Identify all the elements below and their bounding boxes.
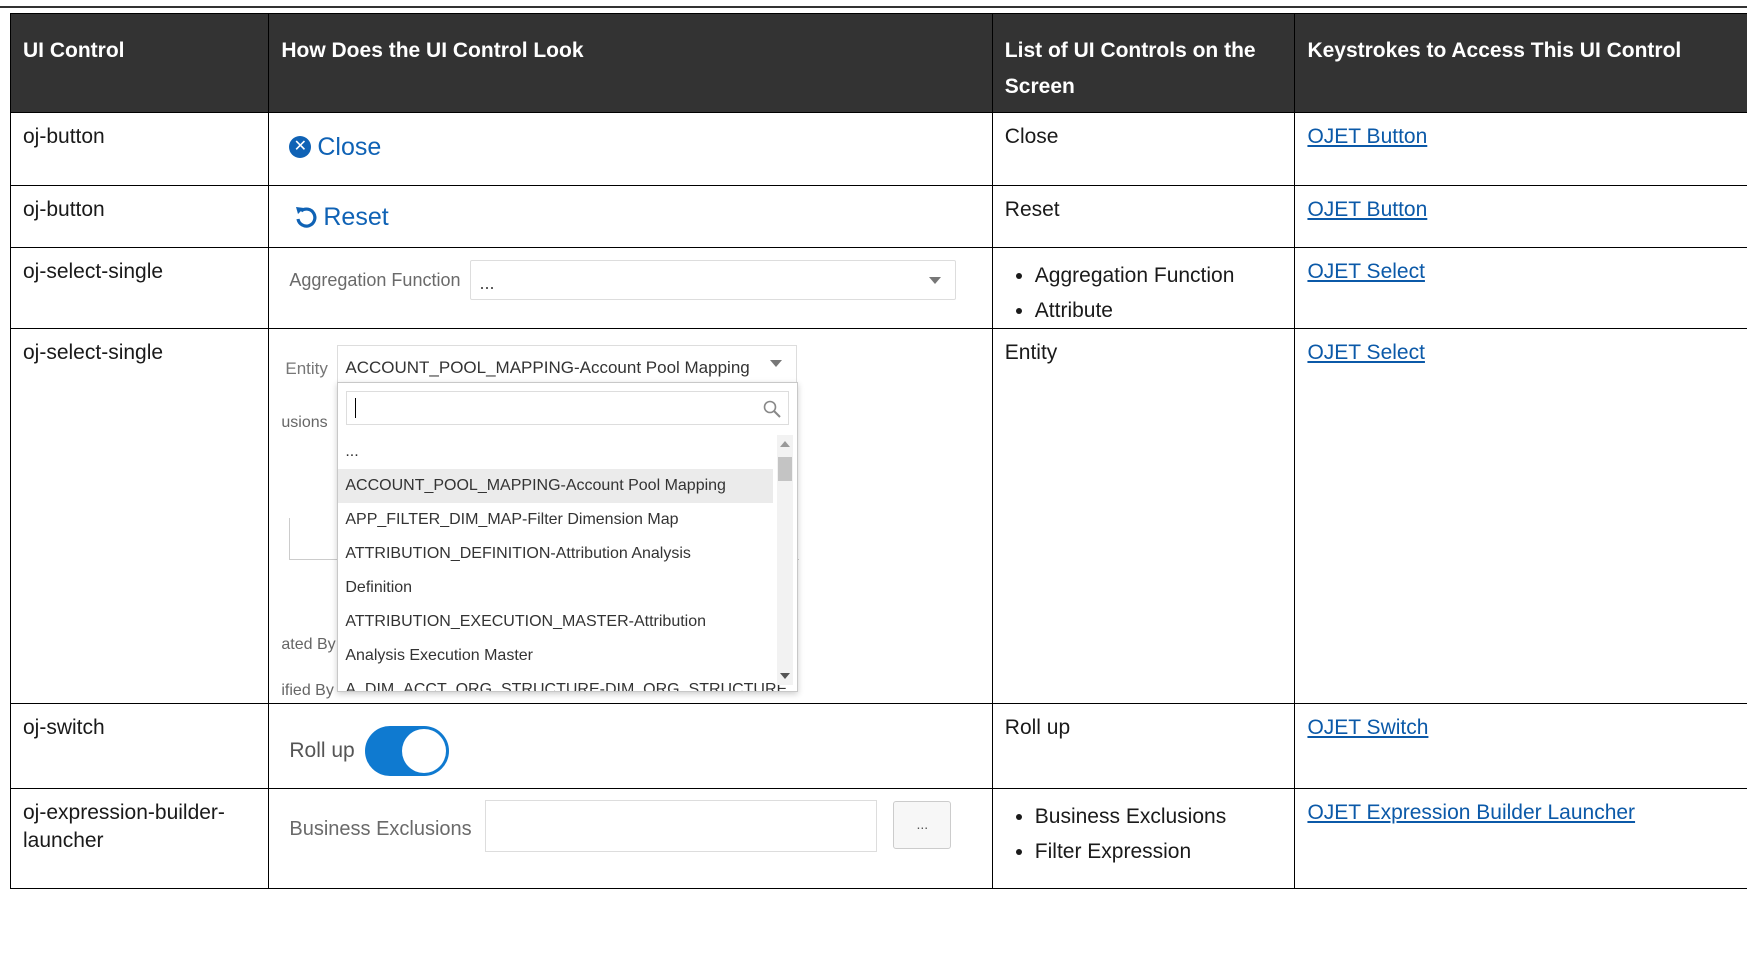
ojet-select-link[interactable]: OJET Select — [1307, 260, 1425, 283]
col-header-list-controls: List of UI Controls on the Screen — [991, 13, 1296, 113]
ojet-expression-builder-link[interactable]: OJET Expression Builder Launcher — [1307, 801, 1635, 824]
table-row: oj-select-single Entity ACCOUNT_POOL_MAP… — [9, 328, 1747, 704]
controls-list-cell: Business Exclusions Filter Expression — [991, 788, 1296, 889]
list-item: Business Exclusions — [1035, 799, 1283, 834]
scroll-up-icon[interactable] — [780, 441, 791, 447]
table-row: oj-switch Roll up Roll up OJET Switch — [9, 703, 1747, 789]
header-row: UI Control How Does the UI Control Look … — [9, 13, 1747, 113]
dropdown-option[interactable]: ... — [338, 435, 773, 469]
col-header-ui-control: UI Control — [9, 13, 270, 113]
dropdown-option-selected[interactable]: ACCOUNT_POOL_MAPPING-Account Pool Mappin… — [338, 469, 774, 503]
reset-icon — [296, 207, 317, 228]
dropdown-search-input[interactable] — [346, 391, 790, 425]
dropdown-option[interactable]: ATTRIBUTION_EXECUTION_MASTER-Attribution — [338, 605, 773, 639]
aggregation-function-label: Aggregation Function — [289, 270, 461, 290]
table-row: oj-expression-builder-launcher Business … — [9, 788, 1747, 889]
ojet-select-link[interactable]: OJET Select — [1307, 341, 1425, 364]
dropdown-option[interactable]: APP_FILTER_DIM_MAP-Filter Dimension Map — [338, 503, 773, 537]
control-name: oj-select-single — [9, 328, 270, 704]
col-header-how-look: How Does the UI Control Look — [268, 13, 993, 113]
control-name: oj-button — [9, 185, 270, 248]
controls-list-cell: Reset — [991, 185, 1296, 248]
keystrokes-cell: OJET Button — [1294, 185, 1747, 248]
control-preview: Aggregation Function ... — [268, 247, 993, 329]
text-cursor — [355, 398, 357, 418]
close-button-label: Close — [317, 133, 382, 161]
reset-button-label: Reset — [323, 203, 389, 231]
list-item: Roll up — [1004, 716, 1071, 739]
business-exclusions-label: Business Exclusions — [289, 818, 472, 840]
scroll-thumb[interactable] — [778, 457, 793, 481]
entity-label: Entity — [285, 359, 328, 378]
control-preview: Entity ACCOUNT_POOL_MAPPING-Account Pool… — [268, 328, 993, 704]
control-name: oj-button — [9, 112, 270, 186]
control-name: oj-select-single — [9, 247, 270, 329]
dropdown-option[interactable]: ATTRIBUTION_DEFINITION-Attribution Analy… — [338, 537, 773, 571]
switch-knob — [401, 729, 446, 773]
top-rule — [0, 6, 1747, 8]
ojet-button-link[interactable]: OJET Button — [1307, 125, 1427, 148]
chevron-down-icon — [770, 360, 783, 367]
list-item: Filter Expression — [1035, 834, 1283, 869]
reset-button[interactable]: Reset — [293, 203, 389, 231]
control-preview: Roll up — [268, 703, 993, 789]
control-name: oj-switch — [9, 703, 270, 789]
business-exclusions-field[interactable] — [485, 800, 878, 852]
search-icon — [764, 400, 782, 418]
keystrokes-cell: OJET Button — [1294, 112, 1747, 186]
control-preview: Reset — [268, 185, 993, 248]
control-preview: ✕ Close — [268, 112, 993, 186]
aggregation-function-select[interactable]: ... — [470, 260, 957, 300]
list-item: Aggregation Function — [1035, 258, 1283, 293]
background-label: usions — [281, 414, 328, 431]
table-row: oj-select-single Aggregation Function ..… — [9, 247, 1747, 329]
control-name: oj-expression-builder-launcher — [9, 788, 270, 889]
expression-builder-launch-button[interactable]: ... — [893, 801, 952, 849]
keystrokes-cell: OJET Select — [1294, 328, 1747, 704]
close-circle-icon: ✕ — [289, 136, 312, 158]
dropdown-option[interactable]: A_DIM_ACCT_ORG_STRUCTURE-DIM_ORG_STRUCTU… — [338, 673, 787, 691]
ui-controls-table: UI Control How Does the UI Control Look … — [9, 13, 1747, 889]
chevron-down-icon — [929, 277, 942, 284]
table-row: oj-button Reset Reset OJET Button — [9, 185, 1747, 248]
list-item: Attribute — [1035, 293, 1283, 328]
controls-list-cell: Aggregation Function Attribute — [991, 247, 1296, 329]
table-row: oj-button ✕ Close Close OJET Button — [9, 112, 1747, 186]
entity-dropdown: ... ACCOUNT_POOL_MAPPING-Account Pool Ma… — [337, 382, 799, 692]
entity-select[interactable]: ACCOUNT_POOL_MAPPING-Account Pool Mappin… — [337, 345, 798, 383]
ojet-switch-link[interactable]: OJET Switch — [1307, 716, 1428, 739]
scroll-down-icon[interactable] — [780, 673, 791, 679]
background-label: ified By — [281, 682, 334, 699]
roll-up-label: Roll up — [289, 739, 355, 762]
col-header-keystrokes: Keystrokes to Access This UI Control — [1294, 13, 1747, 113]
keystrokes-cell: OJET Switch — [1294, 703, 1747, 789]
dropdown-option[interactable]: Definition — [338, 571, 773, 605]
dropdown-options: ... ACCOUNT_POOL_MAPPING-Account Pool Ma… — [338, 435, 787, 691]
controls-list-cell: Entity — [991, 328, 1296, 704]
list-item: Entity — [1004, 341, 1058, 364]
list-item: Close — [1004, 125, 1059, 148]
control-preview: Business Exclusions ... — [268, 788, 993, 889]
background-divider — [289, 518, 291, 560]
controls-list-cell: Roll up — [991, 703, 1296, 789]
list-item: Reset — [1004, 198, 1060, 221]
ojet-button-link[interactable]: OJET Button — [1307, 198, 1427, 221]
keystrokes-cell: OJET Select — [1294, 247, 1747, 329]
dropdown-option[interactable]: Analysis Execution Master — [338, 639, 773, 673]
background-label: ated By — [281, 636, 336, 653]
roll-up-switch-group: Roll up — [289, 726, 449, 776]
aggregation-select-group: Aggregation Function ... — [289, 260, 957, 300]
select-value: ... — [479, 273, 495, 293]
close-button[interactable]: ✕ Close — [289, 133, 381, 161]
controls-list-cell: Close — [991, 112, 1296, 186]
roll-up-switch[interactable] — [364, 726, 449, 776]
dropdown-scrollbar[interactable] — [777, 435, 794, 685]
entity-select-value: ACCOUNT_POOL_MAPPING-Account Pool Mappin… — [345, 358, 750, 377]
keystrokes-cell: OJET Expression Builder Launcher — [1294, 788, 1747, 889]
